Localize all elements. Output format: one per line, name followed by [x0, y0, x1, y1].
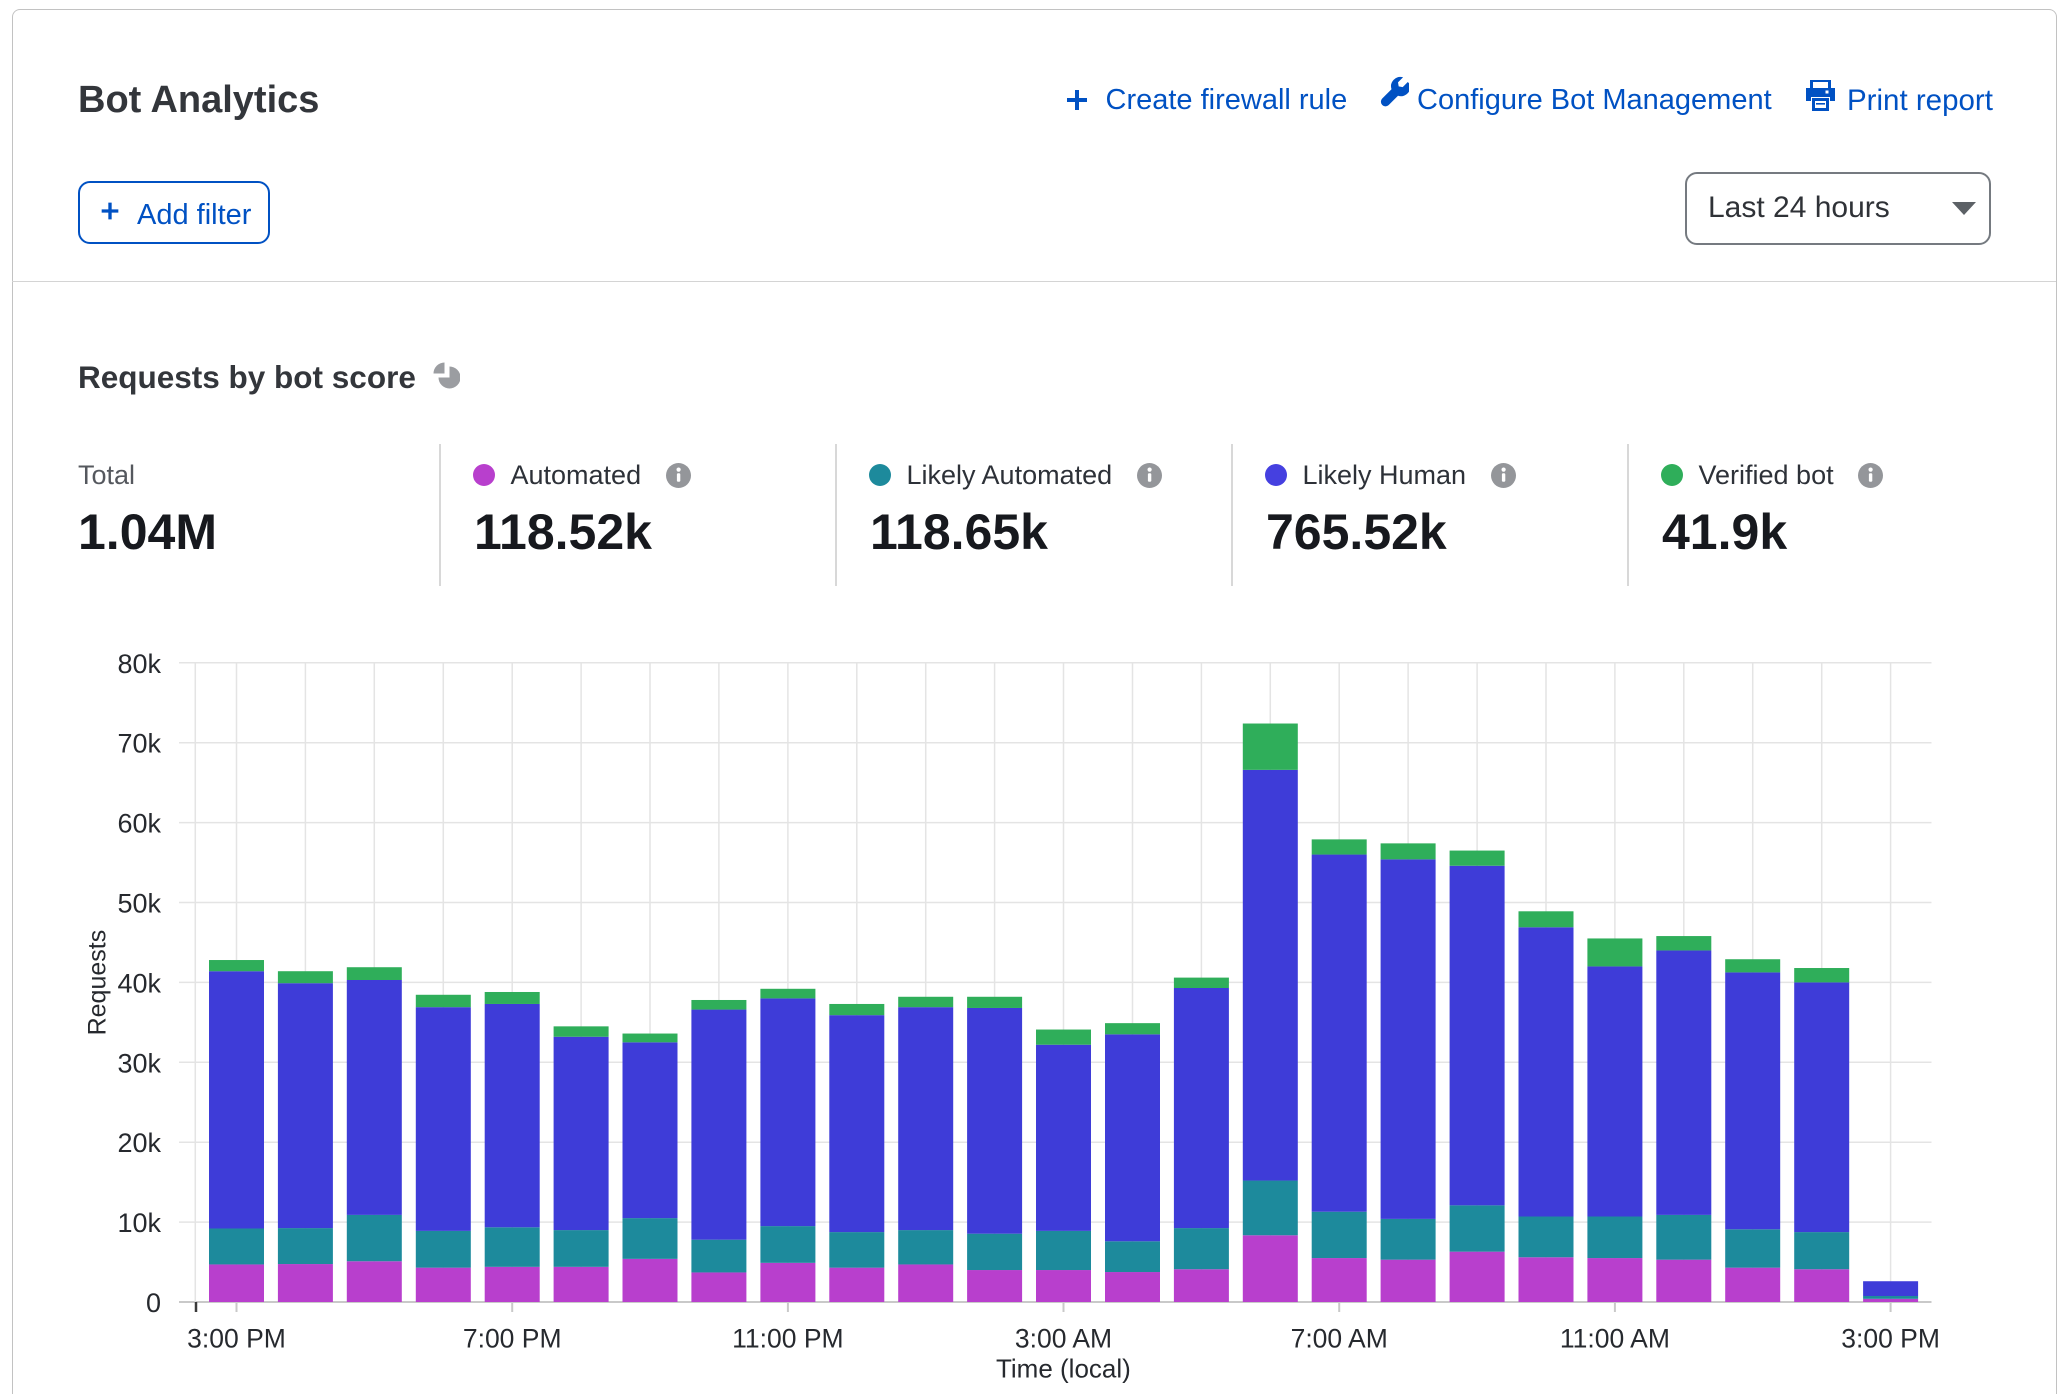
svg-text:0: 0 — [146, 1288, 161, 1318]
svg-text:Time (local): Time (local) — [996, 1354, 1131, 1384]
svg-text:11:00 PM: 11:00 PM — [732, 1324, 843, 1354]
svg-text:3:00 PM: 3:00 PM — [1841, 1324, 1940, 1354]
svg-text:40k: 40k — [117, 968, 161, 998]
svg-text:80k: 80k — [117, 649, 161, 679]
svg-text:30k: 30k — [117, 1048, 161, 1078]
svg-text:3:00 PM: 3:00 PM — [187, 1324, 286, 1354]
svg-text:50k: 50k — [117, 889, 161, 919]
svg-text:7:00 AM: 7:00 AM — [1291, 1324, 1388, 1354]
svg-text:20k: 20k — [117, 1128, 161, 1158]
svg-text:10k: 10k — [117, 1208, 161, 1238]
svg-text:70k: 70k — [117, 729, 161, 759]
svg-text:3:00 AM: 3:00 AM — [1015, 1324, 1112, 1354]
svg-text:60k: 60k — [117, 809, 161, 839]
svg-text:7:00 PM: 7:00 PM — [463, 1324, 562, 1354]
svg-text:Requests: Requests — [84, 930, 112, 1036]
svg-text:11:00 AM: 11:00 AM — [1560, 1324, 1670, 1354]
